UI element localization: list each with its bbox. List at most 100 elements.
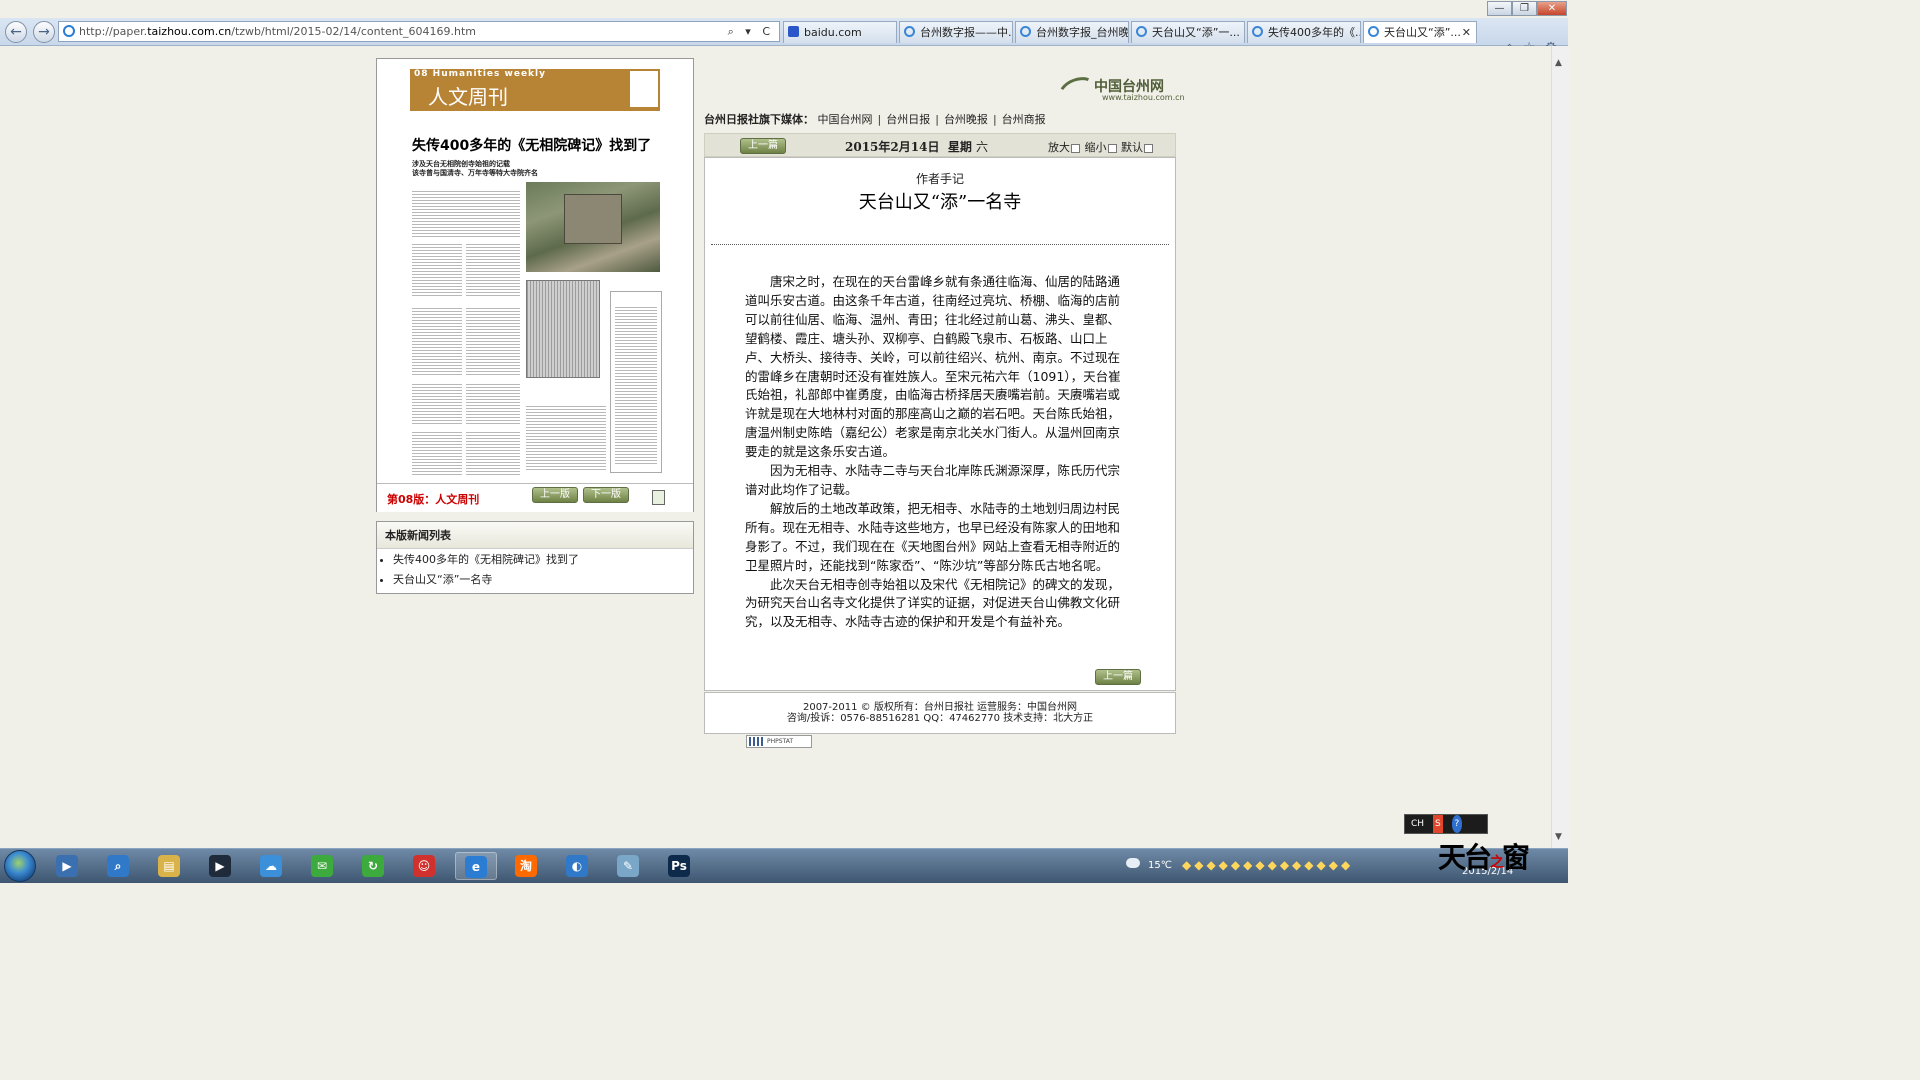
text-column — [466, 383, 520, 425]
zoom-in-label: 放大 — [1048, 141, 1070, 154]
article-paragraph: 唐宋之时，在现在的天台雷峰乡就有条通往临海、仙居的陆路通道叫乐安古道。由这条千年… — [745, 274, 1121, 460]
media-link-business[interactable]: 台州商报 — [1002, 113, 1046, 126]
article-title: 天台山又“添”一名寺 — [858, 192, 1022, 213]
tab-taizhou-digital-2[interactable]: 台州数字报_台州晚... — [1015, 21, 1129, 43]
text-column — [412, 243, 462, 298]
tab-taizhou-digital-1[interactable]: 台州数字报——中... — [899, 21, 1013, 43]
text-column — [466, 307, 520, 377]
thumb-subtitle-2: 该寺曾与国清寺、万年寺等特大寺院齐名 — [412, 169, 538, 177]
news-list: 失传400多年的《无相院碑记》找到了 天台山又“添”一名寺 — [377, 550, 579, 590]
ie-icon — [1368, 26, 1379, 37]
page-header-cn: 人文周刊 — [428, 85, 508, 109]
notepad-icon: ✎ — [617, 855, 639, 877]
copyright-footer: 2007-2011 © 版权所有：台州日报社 运营服务：中国台州网 咨询/投诉：… — [704, 692, 1176, 734]
news-list-panel: 本版新闻列表 失传400多年的《无相院碑记》找到了 天台山又“添”一名寺 — [376, 521, 694, 594]
taskbar-app-3[interactable]: ▶ — [200, 852, 242, 880]
article-body: 唐宋之时，在现在的天台雷峰乡就有条通往临海、仙居的陆路通道叫乐安古道。由这条千年… — [745, 273, 1127, 632]
ie-icon — [1020, 26, 1031, 37]
scroll-up-icon[interactable]: ▲ — [1555, 58, 1562, 68]
taskbar-app-2[interactable]: ▤ — [149, 852, 191, 880]
article-kicker: 作者手记 — [915, 172, 964, 186]
media-link-evening[interactable]: 台州晚报 — [944, 113, 988, 126]
address-bar[interactable]: http://paper.taizhou.com.cn/tzwb/html/20… — [58, 21, 780, 42]
back-button[interactable]: ← — [5, 21, 27, 43]
ime-toolbar[interactable]: CH S ? — [1404, 814, 1488, 834]
media-link-daily[interactable]: 台州日报 — [886, 113, 930, 126]
sogou-icon[interactable]: S — [1432, 815, 1443, 833]
address-tools[interactable]: ⌕ ▾ C — [728, 22, 774, 41]
text-column — [466, 431, 520, 475]
tab-tiantai-1[interactable]: 天台山又“添”一... — [1131, 21, 1245, 43]
ie-icon: e — [465, 856, 487, 878]
forward-button[interactable]: → — [33, 21, 55, 43]
tab-close-icon[interactable]: ✕ — [1462, 22, 1471, 43]
temperature: 15℃ — [1148, 860, 1172, 871]
browser-icon: ◐ — [566, 855, 588, 877]
help-icon[interactable]: ? — [1451, 815, 1463, 833]
tab-tiantai-active[interactable]: 天台山又“添”... ✕ — [1363, 21, 1477, 43]
tray-icons[interactable]: ◆◆◆◆◆◆◆◆◆◆◆◆◆◆ — [1182, 858, 1353, 872]
url-domain: taizhou.com.cn — [147, 25, 232, 38]
zoom-out-radio[interactable] — [1107, 143, 1117, 153]
taskbar-app-10[interactable]: ◐ — [557, 852, 599, 880]
default-size-label: 默认 — [1121, 141, 1143, 154]
text-column — [615, 306, 657, 466]
taskbar-app-5[interactable]: ✉ — [302, 852, 344, 880]
article-panel: 作者手记 天台山又“添”一名寺 唐宋之时，在现在的天台雷峰乡就有条通往临海、仙居… — [704, 157, 1176, 691]
baidu-cloud-icon: ☁ — [260, 855, 282, 877]
page-thumbnail-panel: 08 Humanities weekly 人文周刊 失传400多年的《无相院碑记… — [376, 58, 694, 512]
weather-icon[interactable] — [1126, 858, 1140, 868]
address-url[interactable]: http://paper.taizhou.com.cn/tzwb/html/20… — [79, 22, 476, 41]
vertical-scrollbar[interactable]: ▲ ▼ — [1551, 46, 1569, 848]
browser-nav-bar: ← → http://paper.taizhou.com.cn/tzwb/htm… — [0, 18, 1568, 56]
next-page-button[interactable]: 下一版 — [583, 487, 629, 503]
taskbar-app-4[interactable]: ☁ — [251, 852, 293, 880]
tab-lost-400[interactable]: 失传400多年的《... — [1247, 21, 1361, 43]
taskbar-app-9[interactable]: 淘 — [506, 852, 548, 880]
search-icon: ⌕ — [107, 855, 129, 877]
newspaper-page-image[interactable]: 08 Humanities weekly 人文周刊 失传400多年的《无相院碑记… — [385, 65, 685, 485]
article-toolbar: 上一篇 2015年2月14日 星期 六 放大 缩小 默认 — [704, 133, 1176, 157]
pdf-icon[interactable] — [652, 490, 665, 505]
photoshop-icon: Ps — [668, 855, 690, 877]
taobao-icon: 淘 — [515, 855, 537, 877]
restore-button[interactable]: ❐ — [1512, 1, 1537, 16]
close-button[interactable]: ✕ — [1537, 1, 1567, 16]
text-column — [526, 405, 606, 471]
taskbar-app-8[interactable]: e — [455, 852, 497, 880]
news-list-item[interactable]: 失传400多年的《无相院碑记》找到了 — [393, 550, 579, 570]
font-size-controls: 放大 缩小 默认 — [1048, 139, 1154, 155]
stele-shape — [564, 194, 622, 244]
news-list-item[interactable]: 天台山又“添”一名寺 — [393, 570, 579, 590]
text-column — [412, 383, 462, 425]
taskbar-app-11[interactable]: ✎ — [608, 852, 650, 880]
media-link-taizhou-net[interactable]: 中国台州网 — [818, 113, 873, 126]
page-header-band: 08 Humanities weekly 人文周刊 — [410, 69, 660, 111]
start-button[interactable] — [4, 850, 36, 882]
ie-page-icon — [63, 25, 75, 37]
zoom-in-radio[interactable] — [1071, 143, 1080, 153]
tab-label: baidu.com — [804, 26, 862, 39]
tab-baidu[interactable]: baidu.com — [783, 21, 897, 43]
taskbar-app-7[interactable]: ☺ — [404, 852, 446, 880]
zoom-out-label: 缩小 — [1084, 141, 1107, 154]
back-arrow-icon: ← — [10, 24, 22, 40]
tab-label: 失传400多年的《... — [1268, 26, 1361, 39]
prev-article-button-bottom[interactable]: 上一篇 — [1095, 669, 1141, 685]
article-paragraph: 此次天台无相寺创寺始祖以及宋代《无相院记》的碑文的发现，为研究天台山名寺文化提供… — [745, 576, 1121, 630]
prev-article-button[interactable]: 上一篇 — [740, 138, 786, 154]
taskbar-app-12[interactable]: Ps — [659, 852, 701, 880]
taskbar-app-0[interactable]: ▶ — [47, 852, 89, 880]
prev-page-button[interactable]: 上一版 — [532, 487, 578, 503]
taskbar-app-1[interactable]: ⌕ — [98, 852, 140, 880]
minimize-button[interactable]: — — [1487, 1, 1512, 16]
taskbar-app-6[interactable]: ↻ — [353, 852, 395, 880]
default-size-checkbox[interactable] — [1144, 143, 1153, 153]
site-logo[interactable]: 中国台州网 www.taizhou.com.cn — [1054, 72, 1185, 112]
phpstat-badge[interactable]: PHPSTAT — [746, 735, 812, 748]
logo-url: www.taizhou.com.cn — [1102, 93, 1185, 102]
media-label: 台州日报社旗下媒体： — [704, 113, 814, 126]
tmall-icon: ☺ — [413, 855, 435, 877]
ime-language[interactable]: CH — [1411, 815, 1424, 833]
thumb-headline[interactable]: 失传400多年的《无相院碑记》找到了 — [412, 135, 651, 155]
